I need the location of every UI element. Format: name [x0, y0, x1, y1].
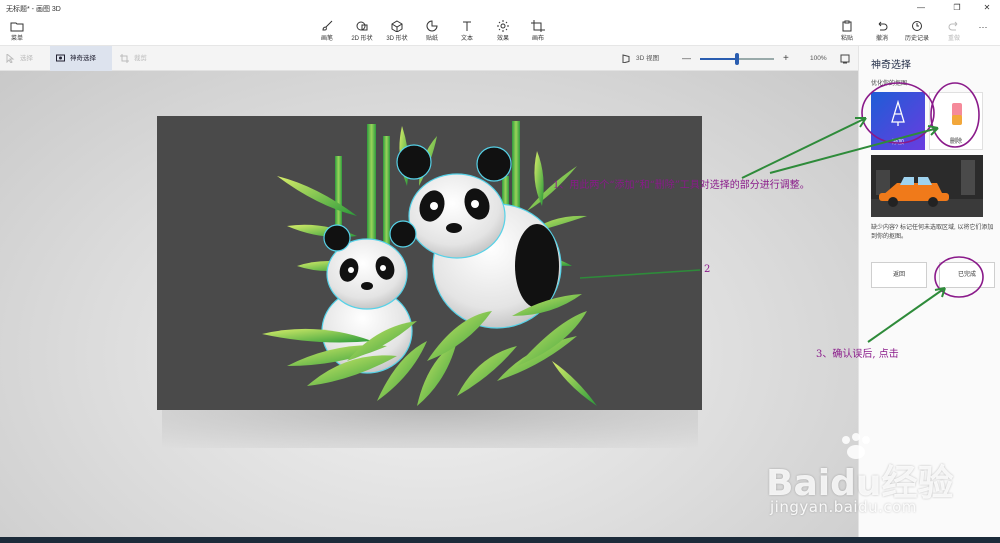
zoom-slider-thumb[interactable]: [735, 53, 739, 65]
done-button[interactable]: 已完成: [939, 262, 995, 288]
canvas-label: 画布: [531, 36, 544, 42]
annotation-step3: 3、确认误后, 点击: [816, 349, 899, 360]
select-label: 选择: [20, 55, 33, 62]
menu-label: 菜单: [10, 36, 23, 42]
fit-screen-icon[interactable]: [840, 54, 850, 64]
canvas-shadow: [162, 408, 698, 448]
view3d-icon: [622, 54, 630, 63]
restore-button[interactable]: ❐: [946, 0, 968, 16]
remove-label: 删除: [949, 139, 962, 145]
eraser-icon: [952, 103, 962, 125]
panel-hint: 缺少内容? 标记任何未选取区域, 以将它们添加到你的抠图。: [871, 225, 994, 240]
car-illustration: [871, 155, 983, 217]
sticker-icon: [426, 20, 438, 32]
brush-icon: [322, 20, 333, 31]
magic-select-icon: [56, 54, 65, 62]
taskbar: [0, 537, 1000, 543]
window-title: 无标题* - 画图 3D: [6, 6, 61, 13]
zoom-percent: 100%: [810, 55, 827, 62]
shapes2d-button[interactable]: 2D 形状: [345, 18, 379, 45]
paste-label: 粘贴: [840, 36, 853, 42]
menu-button[interactable]: 菜单: [0, 18, 34, 45]
text-button[interactable]: 文本: [450, 18, 484, 45]
annotation-step2: 2: [704, 264, 711, 275]
undo-button[interactable]: 撤消: [865, 18, 899, 45]
select-tool[interactable]: 选择: [0, 46, 48, 71]
back-button[interactable]: 返回: [871, 262, 927, 288]
more-button[interactable]: ···: [966, 22, 1000, 49]
sun-icon: [497, 20, 509, 32]
paste-button[interactable]: 粘贴: [830, 18, 864, 45]
title-bar: 无标题* - 画图 3D — ❐ ✕: [0, 0, 1000, 16]
pen-add-icon: [891, 100, 905, 126]
preview-thumbnail: [871, 155, 983, 217]
shapes3d-label: 3D 形状: [386, 36, 408, 42]
redo-label: 重做: [947, 36, 960, 42]
zoom-in-button[interactable]: +: [783, 46, 789, 71]
cursor-icon: [6, 54, 15, 63]
zoom-slider[interactable]: [700, 53, 774, 65]
effects-button[interactable]: 效果: [486, 18, 520, 45]
add-tool-tile[interactable]: 添加: [871, 92, 925, 150]
history-button[interactable]: 历史记录: [900, 18, 934, 45]
crop-label: 裁剪: [134, 55, 147, 62]
close-button[interactable]: ✕: [976, 0, 998, 16]
shapes2d-label: 2D 形状: [351, 36, 373, 42]
view3d-toggle[interactable]: 3D 视图: [616, 46, 674, 71]
cube-icon: [391, 20, 403, 32]
view3d-label: 3D 视图: [636, 55, 660, 62]
magic-select-tool[interactable]: 神奇选择: [50, 46, 112, 71]
text-label: 文本: [460, 36, 473, 42]
brushes-button[interactable]: 画笔: [310, 18, 344, 45]
baidu-watermark: Baidu经验 jingyan.baidu.com: [758, 432, 958, 532]
crop-tool[interactable]: 裁剪: [114, 46, 158, 71]
clipboard-icon: [842, 20, 852, 32]
panel-subtitle: 优化你的抠图: [871, 81, 908, 87]
minimize-button[interactable]: —: [910, 0, 932, 16]
panel-title: 神奇选择: [871, 60, 911, 71]
zoom-out-button[interactable]: —: [682, 46, 691, 71]
watermark-url: jingyan.baidu.com: [770, 498, 917, 516]
undo-icon: [878, 21, 888, 31]
zoom-slider-fill: [700, 58, 737, 60]
annotation-step1: 1、用此两个“添加”和“删除”工具对选择的部分进行调整。: [553, 180, 810, 191]
crop-icon: [120, 54, 129, 63]
panda-artwork: [262, 121, 597, 406]
shapes2d-icon: [356, 21, 368, 31]
folder-icon: [10, 22, 24, 32]
history-label: 历史记录: [904, 36, 929, 42]
add-label: 添加: [891, 140, 904, 146]
canvas-icon: [531, 20, 545, 32]
brushes-label: 画笔: [320, 36, 333, 42]
ribbon-toolbar: 菜单 画笔 2D 形状 3D 形状 贴纸 文本 效果 画布 粘贴 撤消 历史记录…: [0, 16, 1000, 46]
canvas-button[interactable]: 画布: [521, 18, 555, 45]
redo-icon: [948, 21, 958, 31]
shapes3d-button[interactable]: 3D 形状: [380, 18, 414, 45]
stickers-button[interactable]: 贴纸: [415, 18, 449, 45]
undo-label: 撤消: [875, 36, 888, 42]
magic-select-label: 神奇选择: [70, 55, 96, 62]
paint3d-window: 无标题* - 画图 3D — ❐ ✕ 菜单 画笔 2D 形状 3D 形状 贴纸 …: [0, 0, 1000, 543]
clock-icon: [912, 21, 922, 31]
remove-tool-tile[interactable]: 删除: [929, 92, 983, 150]
text-icon: [463, 21, 471, 31]
effects-label: 效果: [496, 36, 509, 42]
stickers-label: 贴纸: [425, 36, 438, 42]
drawing-canvas[interactable]: [157, 116, 702, 410]
front-leaves: [262, 294, 597, 406]
selection-toolbar: 选择 神奇选择 裁剪 3D 视图 — + 100%: [0, 46, 858, 71]
